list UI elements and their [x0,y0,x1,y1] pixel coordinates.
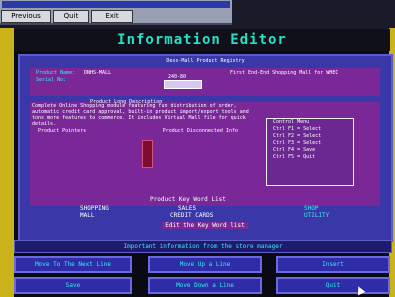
first-label: First End-End Shopping Mall for WHEC [230,70,339,76]
status-bar: Important information from the store man… [14,240,392,253]
control-row[interactable]: Ctrl F3 = Select [267,140,353,147]
insert-button[interactable]: Insert [276,256,390,273]
subheaders: Product Pointers Product Disconnected In… [38,128,238,134]
keyword[interactable]: SALES [178,205,196,212]
product-panel: Product Name: DNHS-MALL First End-End Sh… [30,68,380,96]
subheader-pointers: Product Pointers [38,128,87,134]
editor-screen: Dess-Mall Product Registry Product Name:… [18,54,393,242]
quit-app-button[interactable]: Quit [276,277,390,294]
control-menu-title: Control Menu [273,119,310,125]
edit-hint-text: Edit the Key Word list [162,222,248,229]
keyword[interactable]: MALL [80,212,94,219]
keyword[interactable]: SHOPPING [80,205,109,212]
keyword[interactable]: CREDIT CARDS [170,212,213,219]
quit-button[interactable]: Quit [53,10,89,23]
control-row[interactable]: Ctrl F5 = Quit [267,154,353,161]
next-line-button[interactable]: Move To The Next Line [14,256,132,273]
button-row-1: Move To The Next Line Move Up a Line Ins… [14,256,390,276]
registry-title: Dess-Mall Product Registry [166,58,245,64]
exit-button[interactable]: Exit [91,10,133,23]
description-text[interactable]: Complete Online Shopping module featurin… [32,103,262,127]
serial-label: Serial No: [36,77,67,83]
keywords-title: Product Key Word List [150,196,226,203]
control-row[interactable]: Ctrl F2 = Select [267,133,353,140]
product-name-label: Product Name: [36,70,76,76]
up-line-button[interactable]: Move Up a Line [148,256,262,273]
control-row[interactable]: Ctrl F4 = Save [267,147,353,154]
app-title: Information Editor [14,29,390,51]
selected-field[interactable] [164,80,202,89]
down-line-button[interactable]: Move Down a Line [148,277,262,294]
frame-left [0,28,14,297]
window-strip [2,1,230,8]
product-name-value[interactable]: DNHS-MALL [84,70,111,76]
keyword[interactable]: SHOP [304,205,318,212]
edit-hint: Edit the Key Word list [30,222,380,232]
keyword[interactable]: UTILITY [304,212,329,219]
control-row[interactable]: Ctrl F1 = Select [267,126,353,133]
subheader-disconnected: Product Disconnected Info [162,128,238,134]
value-column[interactable] [142,140,153,168]
button-row-2: Save Move Down a Line Quit [14,277,390,297]
browser-window: Previous Quit Exit [0,0,232,25]
control-menu: Control Menu Ctrl F1 = Select Ctrl F2 = … [266,118,354,186]
previous-button[interactable]: Previous [1,10,51,23]
save-button[interactable]: Save [14,277,132,294]
